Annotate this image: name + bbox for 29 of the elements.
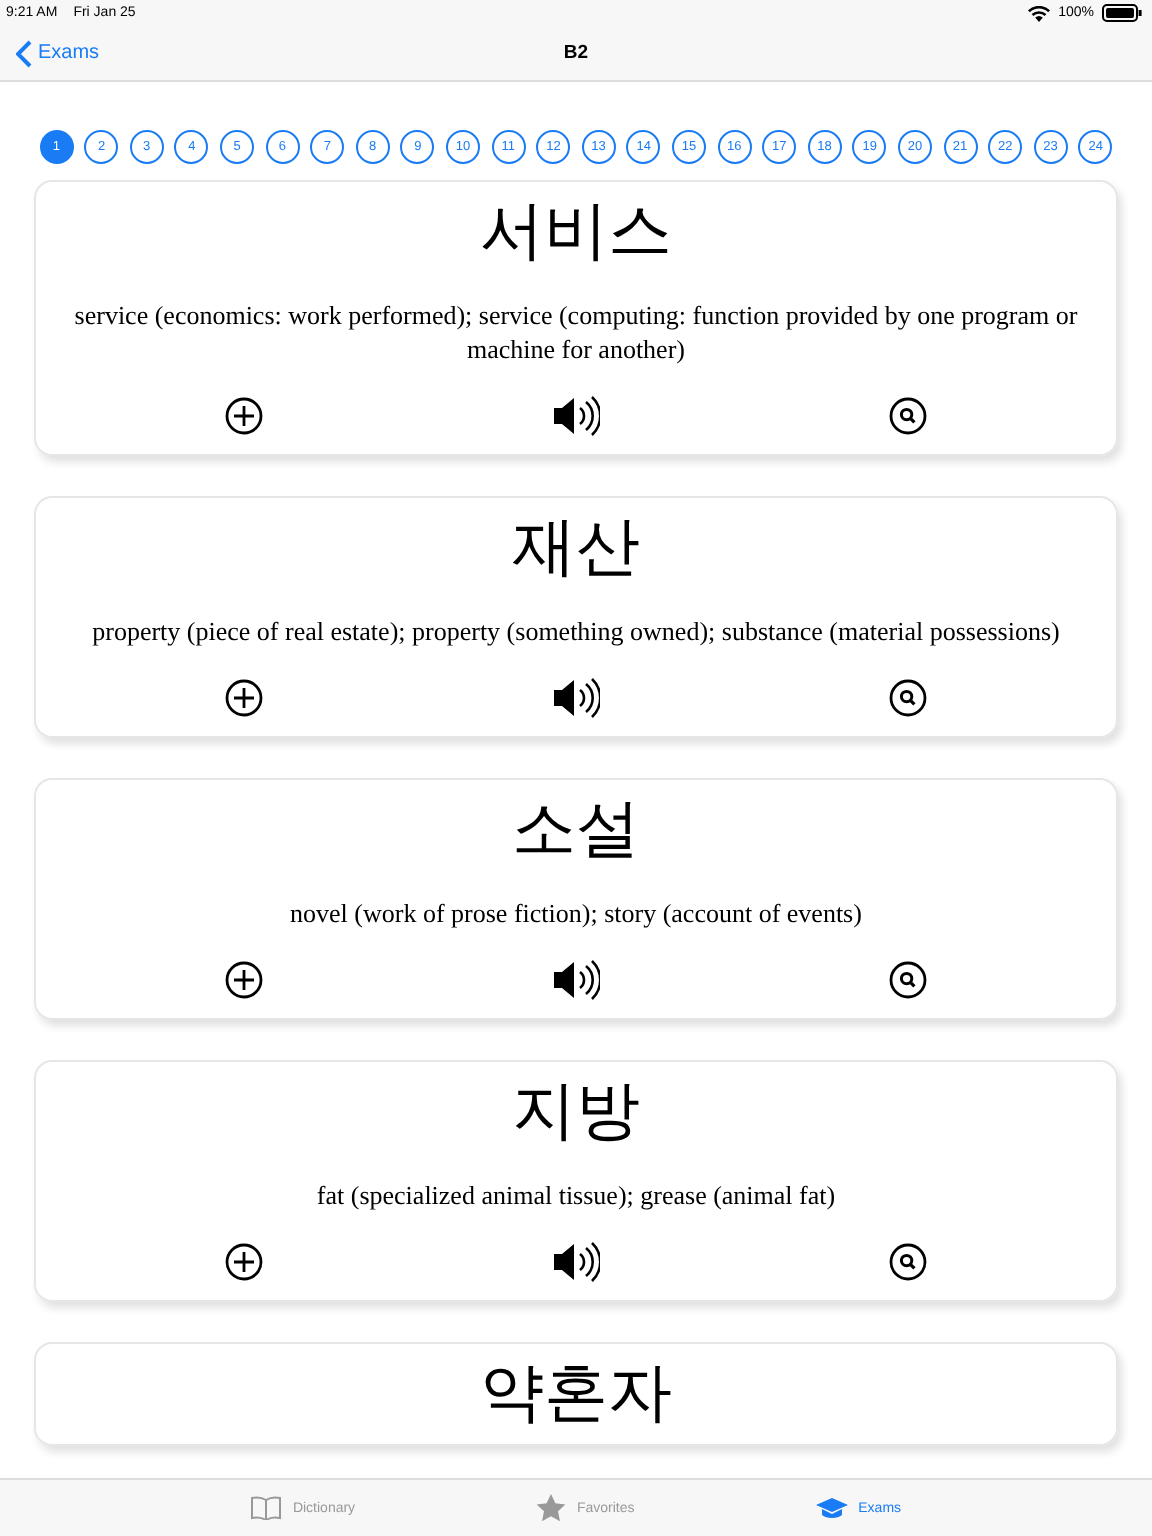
star-icon [536,1494,567,1522]
definition: service (economics: work performed); service (computing: function provided by one program or machine for another) [72,298,1080,366]
search-icon[interactable] [888,1242,928,1282]
definition: novel (work of prose fiction); story (account of events) [290,896,862,930]
nav-title: B2 [563,42,589,64]
add-icon[interactable] [224,960,264,1000]
definition: property (piece of real estate); property (something owned); substance (material possessions) [92,614,1060,648]
definition: fat (specialized animal tissue); grease (animal fat) [316,1178,836,1212]
chevron-icon [16,39,32,67]
battery-icon [1102,4,1142,22]
graduation-cap-icon [816,1497,849,1519]
book-icon [250,1496,283,1520]
korean-word: 지방 [512,1074,640,1146]
add-icon[interactable] [224,1242,264,1282]
add-icon[interactable] [224,678,264,718]
search-icon[interactable] [888,960,928,1000]
add-icon[interactable] [224,396,264,436]
search-icon[interactable] [888,396,928,436]
korean-word: 약혼자 [480,1356,672,1428]
speaker-icon[interactable] [552,958,600,1002]
korean-word: 서비스 [480,194,672,266]
search-icon[interactable] [888,678,928,718]
speaker-icon[interactable] [552,394,600,438]
speaker-icon[interactable] [552,1240,600,1284]
wifi-icon [1028,5,1051,21]
speaker-icon[interactable] [552,676,600,720]
back-link[interactable]: Exams [0,39,100,67]
korean-word: 소설 [512,792,640,864]
korean-word: 재산 [512,510,640,582]
